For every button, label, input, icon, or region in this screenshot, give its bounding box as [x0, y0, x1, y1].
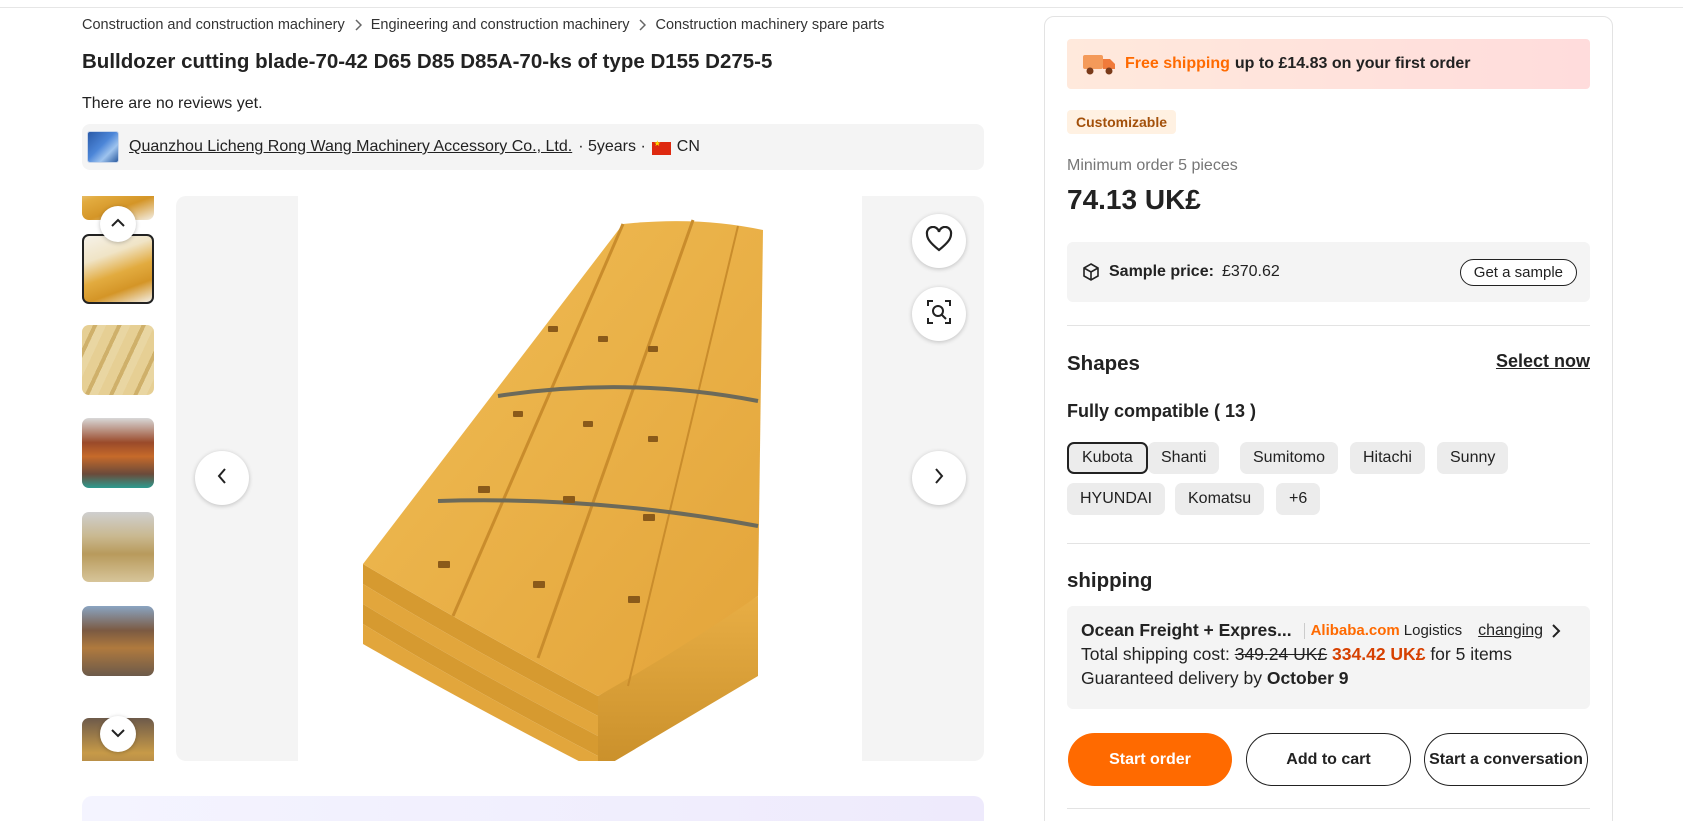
next-image-button[interactable] — [912, 451, 966, 505]
shipping-method: Ocean Freight + Expres... — [1081, 620, 1292, 640]
image-search-button[interactable] — [912, 287, 966, 341]
section-divider — [1067, 325, 1590, 326]
chevron-right-icon — [354, 19, 362, 31]
sample-price-label: Sample price: — [1109, 263, 1214, 280]
sample-price-box: Sample price: £370.62 Get a sample — [1067, 242, 1590, 302]
add-to-cart-button[interactable]: Add to cart — [1246, 733, 1411, 786]
thumbnail-image[interactable] — [82, 512, 154, 582]
section-divider — [1067, 543, 1590, 544]
compatibility-label: Fully compatible ( 13 ) — [1067, 401, 1257, 421]
guaranteed-delivery-label: Guaranteed delivery by — [1081, 668, 1262, 688]
supplier-bar: Quanzhou Licheng Rong Wang Machinery Acc… — [82, 124, 984, 170]
chevron-right-icon — [638, 19, 647, 31]
shape-chip-more[interactable]: +6 — [1276, 483, 1321, 515]
old-shipping-price: 349.24 UK£ — [1234, 644, 1328, 664]
supplier-name-link[interactable]: Quanzhou Licheng Rong Wang Machinery Acc… — [129, 138, 572, 156]
sample-price-value: £370.62 — [1221, 263, 1280, 280]
thumbs-scroll-down-button[interactable] — [100, 716, 136, 752]
logistics-label: Logistics — [1403, 622, 1463, 639]
product-title: Bulldozer cutting blade-70-42 D65 D85 D8… — [82, 50, 773, 73]
shape-chip[interactable]: Sunny — [1437, 442, 1509, 474]
supplier-years: · 5years · — [578, 138, 646, 155]
thumbnail-image[interactable] — [82, 418, 154, 488]
divider — [1303, 622, 1305, 639]
change-shipping-link[interactable]: changing — [1478, 622, 1543, 640]
shape-chip[interactable]: HYUNDAI — [1067, 483, 1166, 515]
box-icon — [1081, 262, 1101, 282]
supplier-country: CN — [676, 138, 700, 155]
heart-icon — [925, 225, 953, 257]
bottom-promo-bar — [82, 796, 984, 821]
guaranteed-delivery-date: October 9 — [1266, 668, 1349, 688]
section-divider — [1067, 808, 1590, 809]
breadcrumb-link[interactable]: Construction and construction machinery — [82, 17, 345, 33]
supplier-logo[interactable] — [87, 131, 119, 163]
breadcrumb: Construction and construction machinery … — [82, 17, 884, 33]
chevron-down-icon — [110, 725, 126, 743]
total-shipping-label: Total shipping cost: — [1081, 644, 1230, 664]
thumbnail-image[interactable] — [82, 325, 154, 395]
thumbnail-strip — [82, 196, 154, 761]
shipping-title: shipping — [1067, 569, 1153, 592]
thumbnail-image-active[interactable] — [82, 234, 154, 304]
shape-chip[interactable]: Hitachi — [1350, 442, 1425, 474]
breadcrumb-link[interactable]: Engineering and construction machinery — [371, 17, 630, 33]
reviews-text: There are no reviews yet. — [82, 95, 263, 112]
new-shipping-price: 334.42 UK£ — [1332, 644, 1426, 664]
shapes-title: Shapes — [1067, 352, 1140, 375]
unit-price: 74.13 UK£ — [1067, 184, 1201, 215]
start-conversation-button[interactable]: Start a conversation — [1424, 733, 1588, 786]
chevron-right-icon[interactable] — [1551, 623, 1561, 639]
minimum-order: Minimum order 5 pieces — [1067, 157, 1238, 174]
china-flag-icon — [651, 139, 671, 155]
free-shipping-banner: Free shipping up to £14.83 on your first… — [1067, 39, 1590, 89]
breadcrumb-link[interactable]: Construction machinery spare parts — [655, 17, 884, 33]
truck-icon — [1081, 51, 1117, 77]
select-now-link[interactable]: Select now — [1496, 351, 1590, 372]
shipping-items-count: for 5 items — [1430, 644, 1513, 664]
shape-chip-selected[interactable]: Kubota — [1067, 442, 1148, 474]
free-shipping-text: up to £14.83 on your first order — [1234, 55, 1471, 72]
image-search-icon — [926, 299, 952, 330]
start-order-button[interactable]: Start order — [1068, 733, 1232, 786]
thumbs-scroll-up-button[interactable] — [100, 206, 136, 242]
get-sample-button[interactable]: Get a sample — [1459, 259, 1577, 286]
alibaba-logo: Alibaba.com — [1310, 622, 1400, 639]
chevron-left-icon — [217, 467, 227, 490]
shape-chip[interactable]: Sumitomo — [1240, 442, 1339, 474]
previous-image-button[interactable] — [195, 451, 249, 505]
shape-chip[interactable]: Shanti — [1148, 442, 1220, 474]
chevron-up-icon — [110, 215, 126, 233]
thumbnail-image[interactable] — [82, 606, 154, 676]
favorite-button[interactable] — [912, 214, 966, 268]
main-product-image[interactable] — [176, 196, 984, 761]
shape-chip[interactable]: Komatsu — [1175, 483, 1265, 515]
header-divider — [0, 7, 1683, 8]
chevron-right-icon — [934, 467, 944, 490]
customizable-badge: Customizable — [1067, 110, 1177, 134]
free-shipping-highlight: Free shipping — [1125, 55, 1230, 72]
product-photo — [298, 196, 862, 761]
shipping-box: Ocean Freight + Expres... Alibaba.com Lo… — [1067, 606, 1590, 709]
